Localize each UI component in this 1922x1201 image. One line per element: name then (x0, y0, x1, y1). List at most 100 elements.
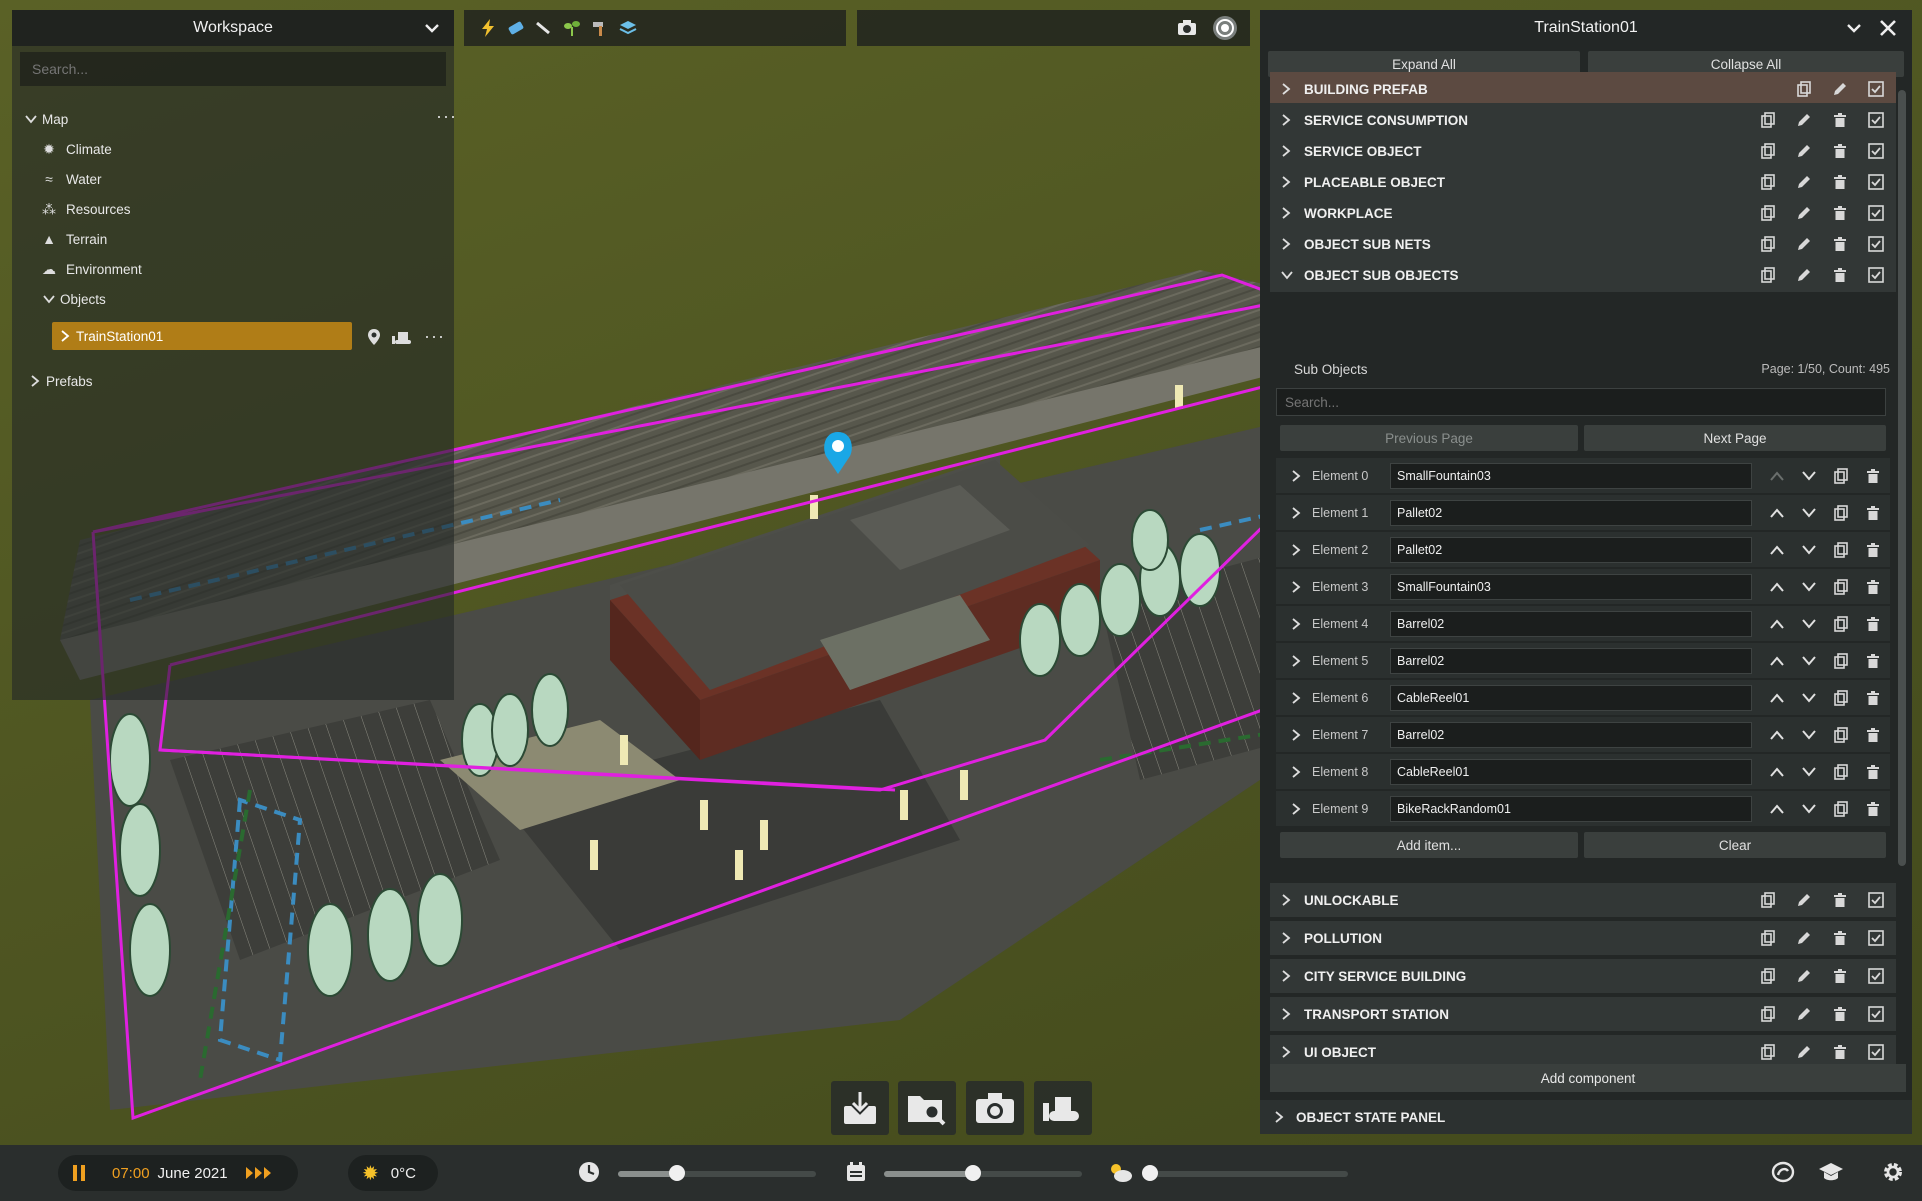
move-down-icon[interactable] (1798, 503, 1820, 523)
copy-icon[interactable] (1830, 762, 1852, 782)
trash-icon[interactable] (1862, 651, 1884, 671)
copy-icon[interactable] (1758, 141, 1778, 161)
chevron-right-icon[interactable] (1290, 802, 1304, 816)
component-header[interactable]: POLLUTION (1270, 921, 1896, 955)
more-options-icon[interactable]: ··· (424, 326, 445, 347)
scroll-thumb[interactable] (1898, 90, 1906, 866)
trash-icon[interactable] (1830, 1042, 1850, 1062)
checkbox-icon[interactable] (1866, 172, 1886, 192)
element-value-input[interactable]: Barrel02 (1390, 610, 1752, 637)
chevron-right-icon[interactable] (1290, 654, 1304, 668)
copy-icon[interactable] (1758, 1042, 1778, 1062)
date-slider[interactable] (884, 1165, 1082, 1181)
workspace-header[interactable]: Workspace (12, 10, 454, 46)
move-down-icon[interactable] (1798, 762, 1820, 782)
copy-icon[interactable] (1830, 614, 1852, 634)
trash-icon[interactable] (1862, 540, 1884, 560)
copy-icon[interactable] (1830, 725, 1852, 745)
edit-icon[interactable] (1794, 172, 1814, 192)
chevron-down-icon[interactable] (422, 18, 442, 38)
move-down-icon[interactable] (1798, 688, 1820, 708)
component-header[interactable]: SERVICE CONSUMPTION (1270, 103, 1896, 137)
element-value-input[interactable]: SmallFountain03 (1390, 462, 1752, 489)
edit-icon[interactable] (1794, 966, 1814, 986)
layers-icon[interactable] (618, 18, 638, 38)
trash-icon[interactable] (1862, 725, 1884, 745)
chevron-right-icon[interactable] (1280, 144, 1294, 158)
sub-object-row[interactable]: Element 8 CableReel01 (1276, 754, 1890, 790)
chevron-right-icon[interactable] (1280, 113, 1294, 127)
move-down-icon[interactable] (1798, 614, 1820, 634)
inspector-scrollbar[interactable] (1898, 90, 1906, 866)
slider-knob[interactable] (965, 1165, 982, 1181)
chevron-right-icon[interactable] (1290, 765, 1304, 779)
save-button[interactable] (831, 1081, 889, 1135)
move-down-icon[interactable] (1798, 651, 1820, 671)
more-options-icon[interactable]: ··· (436, 106, 457, 127)
chevron-right-icon[interactable] (1280, 893, 1294, 907)
sub-object-row[interactable]: Element 0 SmallFountain03 (1276, 458, 1890, 494)
tree-item-terrain[interactable]: ▲ Terrain (40, 224, 107, 254)
tree-item-prefabs[interactable]: Prefabs (28, 366, 93, 396)
edit-icon[interactable] (1794, 1004, 1814, 1024)
trash-icon[interactable] (1830, 966, 1850, 986)
checkbox-icon[interactable] (1866, 1042, 1886, 1062)
copy-icon[interactable] (1758, 1004, 1778, 1024)
graduation-cap-icon[interactable] (1818, 1159, 1844, 1185)
trash-icon[interactable] (1830, 1004, 1850, 1024)
chevron-right-icon[interactable] (1272, 1110, 1286, 1124)
checkbox-icon[interactable] (1866, 79, 1886, 99)
checkbox-icon[interactable] (1866, 110, 1886, 130)
move-up-icon[interactable] (1766, 466, 1788, 486)
sub-object-row[interactable]: Element 3 SmallFountain03 (1276, 569, 1890, 605)
weather-slider[interactable] (1142, 1165, 1348, 1181)
chevron-right-icon[interactable] (1290, 691, 1304, 705)
trash-icon[interactable] (1862, 614, 1884, 634)
component-header[interactable]: TRANSPORT STATION (1270, 997, 1896, 1031)
move-down-icon[interactable] (1798, 799, 1820, 819)
sub-object-row[interactable]: Element 2 Pallet02 (1276, 532, 1890, 568)
chevron-right-icon[interactable] (1280, 206, 1294, 220)
open-file-button[interactable] (898, 1081, 956, 1135)
eraser-icon[interactable] (506, 18, 526, 38)
copy-icon[interactable] (1794, 79, 1814, 99)
edit-icon[interactable] (1830, 79, 1850, 99)
pipette-icon[interactable] (534, 18, 554, 38)
chevron-right-icon[interactable] (1290, 469, 1304, 483)
checkbox-icon[interactable] (1866, 203, 1886, 223)
sub-objects-search-input[interactable] (1276, 388, 1886, 416)
sub-object-row[interactable]: Element 1 Pallet02 (1276, 495, 1890, 531)
move-up-icon[interactable] (1766, 577, 1788, 597)
copy-icon[interactable] (1830, 503, 1852, 523)
pause-icon[interactable] (72, 1164, 86, 1182)
trash-icon[interactable] (1830, 890, 1850, 910)
chevron-right-icon[interactable] (1290, 543, 1304, 557)
lightning-icon[interactable] (478, 18, 498, 38)
move-up-icon[interactable] (1766, 688, 1788, 708)
copy-icon[interactable] (1758, 110, 1778, 130)
chevron-right-icon[interactable] (1290, 580, 1304, 594)
chevron-right-icon[interactable] (28, 374, 42, 388)
next-page-button[interactable]: Next Page (1584, 425, 1886, 451)
move-down-icon[interactable] (1798, 540, 1820, 560)
element-value-input[interactable]: Barrel02 (1390, 647, 1752, 674)
move-up-icon[interactable] (1766, 799, 1788, 819)
chevron-right-icon[interactable] (58, 329, 72, 343)
sub-object-row[interactable]: Element 7 Barrel02 (1276, 717, 1890, 753)
copy-icon[interactable] (1830, 651, 1852, 671)
chevron-right-icon[interactable] (1280, 1045, 1294, 1059)
object-state-panel[interactable]: OBJECT STATE PANEL (1260, 1100, 1912, 1134)
sub-object-row[interactable]: Element 5 Barrel02 (1276, 643, 1890, 679)
edit-icon[interactable] (1794, 234, 1814, 254)
tree-item-climate[interactable]: ✹ Climate (40, 134, 112, 164)
chevron-right-icon[interactable] (1280, 969, 1294, 983)
copy-icon[interactable] (1758, 234, 1778, 254)
chevron-right-icon[interactable] (1290, 506, 1304, 520)
tree-item-water[interactable]: ≈ Water (40, 164, 101, 194)
move-up-icon[interactable] (1766, 651, 1788, 671)
component-header[interactable]: SERVICE OBJECT (1270, 134, 1896, 168)
checkbox-icon[interactable] (1866, 234, 1886, 254)
gear-icon[interactable] (1880, 1159, 1906, 1185)
component-header[interactable]: PLACEABLE OBJECT (1270, 165, 1896, 199)
chevron-right-icon[interactable] (1280, 175, 1294, 189)
